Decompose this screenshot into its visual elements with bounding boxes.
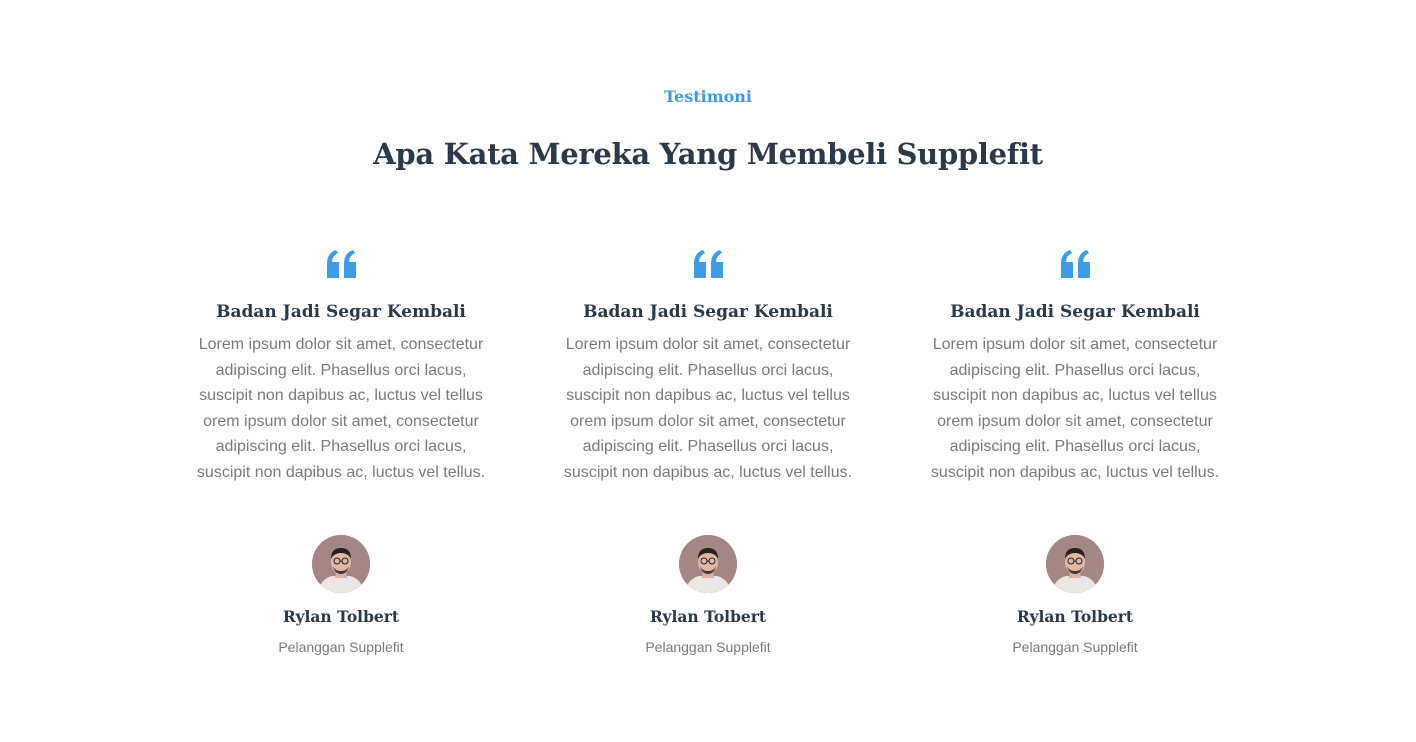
testimonial-section: Testimoni Apa Kata Mereka Yang Membeli S… bbox=[0, 0, 1416, 742]
quote-icon bbox=[694, 250, 723, 278]
author-name: Rylan Tolbert bbox=[1016, 607, 1134, 626]
author-name: Rylan Tolbert bbox=[282, 607, 400, 626]
testimonial-text: Lorem ipsum dolor sit amet, consectetur … bbox=[930, 336, 1220, 481]
testimonial-card: Badan Jadi Segar Kembali Lorem ipsum dol… bbox=[915, 246, 1235, 666]
testimonial-text: Lorem ipsum dolor sit amet, consectetur … bbox=[563, 336, 853, 481]
testimonial-title: Badan Jadi Segar Kembali bbox=[216, 302, 466, 322]
testimonial-title: Badan Jadi Segar Kembali bbox=[583, 302, 833, 322]
testimonial-card: Badan Jadi Segar Kembali Lorem ipsum dol… bbox=[181, 246, 501, 666]
quote-icon bbox=[1061, 250, 1090, 278]
author-role: Pelanggan Supplefit bbox=[645, 639, 771, 655]
testimonial-list: Badan Jadi Segar Kembali Lorem ipsum dol… bbox=[0, 0, 1416, 742]
quote-icon bbox=[327, 250, 356, 278]
testimonial-title: Badan Jadi Segar Kembali bbox=[950, 302, 1200, 322]
testimonial-card: Badan Jadi Segar Kembali Lorem ipsum dol… bbox=[548, 246, 868, 666]
avatar bbox=[1046, 535, 1104, 593]
author-name: Rylan Tolbert bbox=[649, 607, 767, 626]
author-role: Pelanggan Supplefit bbox=[278, 639, 404, 655]
testimonial-text: Lorem ipsum dolor sit amet, consectetur … bbox=[196, 336, 486, 481]
avatar bbox=[312, 535, 370, 593]
avatar bbox=[679, 535, 737, 593]
author-role: Pelanggan Supplefit bbox=[1012, 639, 1138, 655]
